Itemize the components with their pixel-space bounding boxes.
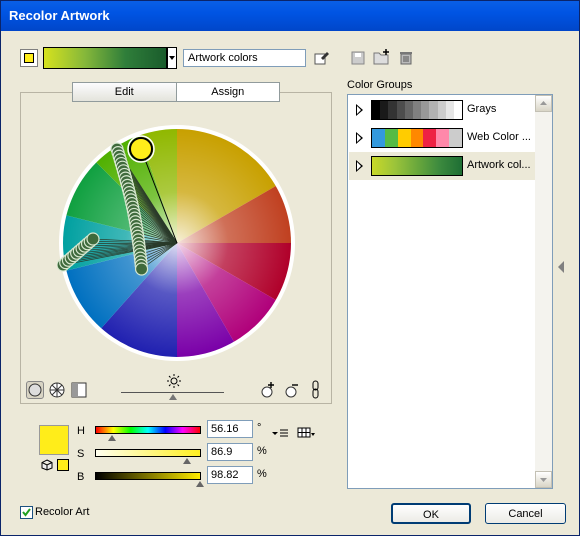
title-bar: Recolor Artwork <box>1 1 579 31</box>
hue-value: 56.16 <box>211 423 239 435</box>
swatch <box>380 101 389 119</box>
gamut-color-swatch[interactable] <box>57 459 69 471</box>
smooth-wheel-icon <box>28 383 42 397</box>
brightness-icon <box>167 374 181 388</box>
color-group-strip[interactable] <box>43 47 167 69</box>
base-color-marker[interactable] <box>129 137 153 161</box>
color-wheel[interactable] <box>57 123 297 363</box>
saturation-label: S <box>77 448 85 460</box>
swatch <box>445 101 454 119</box>
expand-triangle-icon[interactable] <box>356 160 363 172</box>
brightness-value-slider[interactable] <box>95 472 201 480</box>
group-name-value: Artwork colors <box>188 52 258 64</box>
checkmark-icon <box>22 508 31 517</box>
smooth-wheel-button[interactable] <box>26 381 44 399</box>
color-group-row[interactable]: Artwork col... <box>349 152 535 180</box>
remove-color-tool-icon[interactable] <box>284 381 300 399</box>
color-groups-heading: Color Groups <box>347 79 413 91</box>
expand-triangle-icon[interactable] <box>356 104 363 116</box>
swatch <box>423 129 437 147</box>
color-group-row[interactable]: Grays <box>349 96 535 124</box>
color-groups-list[interactable]: Grays Web Color ... Artwork col... <box>347 94 553 489</box>
swatch <box>412 101 422 119</box>
saturation-slider[interactable] <box>95 449 201 457</box>
color-marker[interactable] <box>134 262 149 276</box>
swatch <box>397 129 411 147</box>
chevron-down-icon <box>169 56 175 60</box>
scroll-up-button[interactable] <box>535 95 552 112</box>
expand-triangle-icon[interactable] <box>356 132 363 144</box>
brightness-value-field[interactable]: 98.82 <box>207 466 253 484</box>
swatch <box>396 101 405 119</box>
link-harmony-icon[interactable] <box>311 380 321 400</box>
swatch <box>410 129 424 147</box>
collapse-panel-arrow-icon[interactable] <box>557 259 565 275</box>
chevron-up-icon <box>540 101 547 105</box>
swatch <box>388 101 397 119</box>
recolor-art-checkbox[interactable] <box>20 506 33 519</box>
color-group-dropdown[interactable] <box>167 47 177 69</box>
swatch <box>429 101 438 119</box>
mode-tabs: Edit Assign <box>72 82 280 102</box>
saturation-value-field[interactable]: 86.9 <box>207 443 253 461</box>
ok-button[interactable]: OK <box>391 503 471 524</box>
save-group-icon[interactable] <box>351 51 365 65</box>
add-color-tool-icon[interactable] <box>260 381 276 399</box>
out-of-gamut-cube-icon[interactable] <box>41 459 53 471</box>
swatch <box>437 101 446 119</box>
tab-edit[interactable]: Edit <box>73 83 177 101</box>
swatch <box>384 129 398 147</box>
saturation-thumb[interactable] <box>183 458 192 464</box>
swatch <box>421 101 430 119</box>
hue-unit: ° <box>257 422 262 434</box>
window-title: Recolor Artwork <box>9 8 110 23</box>
color-group-swatches <box>371 128 463 148</box>
hue-value-field[interactable]: 56.16 <box>207 420 253 438</box>
active-color-swatch[interactable] <box>20 49 38 67</box>
swatch <box>372 101 381 119</box>
color-mode-menu-icon[interactable] <box>271 427 289 439</box>
swatch <box>436 129 450 147</box>
hue-label: H <box>77 425 85 437</box>
brightness-value-thumb[interactable] <box>195 481 204 487</box>
color-group-label: Web Color ... <box>467 131 531 143</box>
color-group-label: Grays <box>467 103 497 115</box>
brightness-slider[interactable] <box>121 392 224 393</box>
swatch <box>404 101 413 119</box>
new-group-icon[interactable] <box>373 49 391 65</box>
swatch <box>449 129 463 147</box>
hue-thumb[interactable] <box>107 435 116 441</box>
swatch <box>372 129 385 147</box>
brightness-unit: % <box>257 468 267 480</box>
segmented-wheel-icon[interactable] <box>48 381 66 399</box>
color-group-row[interactable]: Web Color ... <box>349 124 535 152</box>
tab-assign[interactable]: Assign <box>177 83 280 101</box>
color-group-swatches <box>371 100 463 120</box>
hue-slider[interactable] <box>95 426 201 434</box>
recolor-artwork-dialog: Recolor Artwork Artwork colors Color Gro… <box>0 0 580 536</box>
chevron-down-icon <box>540 478 547 482</box>
recolor-art-label: Recolor Art <box>35 506 90 518</box>
color-group-label: Artwork col... <box>467 159 531 171</box>
swatch-grid-icon[interactable] <box>297 427 315 439</box>
color-groups-scrollbar[interactable] <box>535 95 552 488</box>
saturation-unit: % <box>257 445 267 457</box>
saturation-value: 86.9 <box>211 446 233 458</box>
delete-group-icon[interactable] <box>399 50 413 65</box>
cancel-button[interactable]: Cancel <box>485 503 566 524</box>
scroll-down-button[interactable] <box>535 471 552 488</box>
eyedropper-icon[interactable] <box>314 49 330 65</box>
brightness-value: 98.82 <box>211 469 239 481</box>
group-name-field[interactable]: Artwork colors <box>183 49 306 67</box>
color-marker[interactable] <box>86 232 100 246</box>
color-bars-icon[interactable] <box>71 382 87 398</box>
swatch <box>453 101 463 119</box>
color-group-swatches <box>371 156 463 176</box>
brightness-label: B <box>77 471 85 483</box>
brightness-thumb[interactable] <box>168 394 177 400</box>
current-color-swatch <box>39 425 69 455</box>
